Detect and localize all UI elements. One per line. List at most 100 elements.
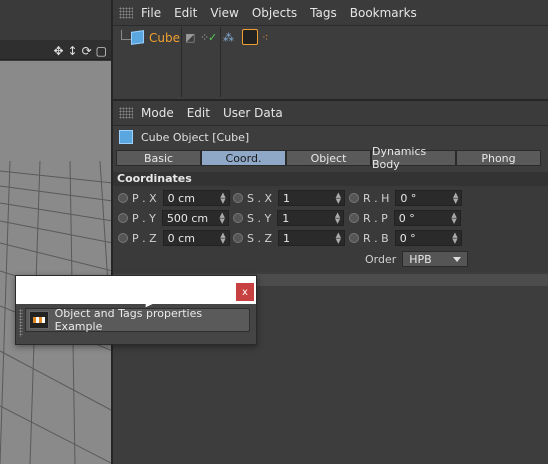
- tab-phong[interactable]: Phong: [456, 150, 541, 166]
- tab-object[interactable]: Object: [286, 150, 371, 166]
- spinner-arrows-icon[interactable]: ▲ ▼: [336, 232, 341, 245]
- sz-label: S . Z: [247, 231, 273, 245]
- object-title: Cube Object [Cube]: [141, 130, 250, 144]
- px-row: P . X 0 cm ▲ ▼: [118, 190, 230, 206]
- sz-field[interactable]: 1 ▲ ▼: [278, 230, 346, 246]
- menu-objects[interactable]: Objects: [252, 6, 297, 20]
- move-icon[interactable]: ✥: [53, 44, 63, 58]
- cube-icon: [131, 30, 144, 45]
- menu-tags[interactable]: Tags: [310, 6, 337, 20]
- chevron-down-icon: [453, 257, 462, 262]
- px-animate-toggle[interactable]: [118, 193, 128, 203]
- px-field[interactable]: 0 cm ▲ ▼: [162, 190, 230, 206]
- maximize-icon[interactable]: ▢: [96, 44, 107, 58]
- py-field[interactable]: 500 cm ▲ ▼: [161, 210, 229, 226]
- viewport-canvas[interactable]: [0, 61, 113, 464]
- spinner-arrows-icon[interactable]: ▲ ▼: [335, 212, 340, 225]
- pz-row: P . Z 0 cm ▲ ▼: [118, 230, 230, 246]
- pan-icon[interactable]: ↕: [68, 44, 78, 58]
- sx-field[interactable]: 1 ▲ ▼: [278, 190, 346, 206]
- object-name[interactable]: Cube: [149, 31, 180, 45]
- py-animate-toggle[interactable]: [118, 213, 128, 223]
- sx-animate-toggle[interactable]: [233, 193, 243, 203]
- rh-label: R . H: [363, 191, 390, 205]
- px-label: P . X: [132, 191, 157, 205]
- python-tag-icon[interactable]: [242, 29, 258, 45]
- object-title-row: Cube Object [Cube]: [113, 126, 548, 148]
- tab-bar: Basic Coord. Object Dynamics Body Phong: [113, 145, 548, 171]
- spinner-arrows-icon[interactable]: ▲ ▼: [452, 232, 457, 245]
- rb-animate-toggle[interactable]: [349, 233, 359, 243]
- spinner-arrows-icon[interactable]: ▲ ▼: [451, 212, 456, 225]
- pz-animate-toggle[interactable]: [118, 233, 128, 243]
- grip-handle-icon[interactable]: [19, 309, 23, 337]
- rb-value: 0 °: [399, 231, 416, 245]
- column-separator: [181, 27, 182, 97]
- viewport-nav-icons: ✥ ↕ ⟳ ▢: [53, 44, 107, 58]
- tab-dynamics-body[interactable]: Dynamics Body: [371, 145, 456, 171]
- rotate-icon[interactable]: ⟳: [82, 44, 92, 58]
- menu-view[interactable]: View: [210, 6, 238, 20]
- sy-animate-toggle[interactable]: [233, 213, 243, 223]
- object-row[interactable]: Cube ◩ ⁘ ✓ ⁂ ⁖: [113, 27, 548, 97]
- python-script-icon: [29, 311, 49, 329]
- order-dropdown[interactable]: HPB: [402, 251, 469, 267]
- dialog-titlebar[interactable]: x: [16, 276, 256, 304]
- spinner-arrows-icon[interactable]: ▲ ▼: [336, 192, 341, 205]
- rb-row: R . B 0 ° ▲ ▼: [349, 230, 462, 246]
- section-header[interactable]: Coordinates: [113, 172, 548, 186]
- close-button[interactable]: x: [236, 283, 254, 301]
- sz-row: S . Z 1 ▲ ▼: [233, 230, 346, 246]
- rb-field[interactable]: 0 ° ▲ ▼: [394, 230, 462, 246]
- viewport-top-area: [0, 0, 113, 40]
- rh-row: R . H 0 ° ▲ ▼: [349, 190, 463, 206]
- sz-value: 1: [283, 231, 291, 245]
- rh-field[interactable]: 0 ° ▲ ▼: [395, 190, 463, 206]
- menu-edit[interactable]: Edit: [187, 106, 210, 120]
- sx-row: S . X 1 ▲ ▼: [233, 190, 346, 206]
- enabled-check-icon[interactable]: ✓: [208, 31, 217, 44]
- py-label: P . Y: [132, 211, 156, 225]
- tag-dots-icon[interactable]: ⁂: [223, 31, 234, 44]
- example-command-label: Object and Tags properties Example: [54, 307, 203, 333]
- rb-label: R . B: [363, 231, 389, 245]
- cube-icon: [119, 130, 133, 144]
- menu-file[interactable]: File: [141, 6, 161, 20]
- pz-value: 0 cm: [167, 231, 195, 245]
- rp-field[interactable]: 0 ° ▲ ▼: [393, 210, 461, 226]
- spinner-arrows-icon[interactable]: ▲ ▼: [219, 212, 224, 225]
- spinner-arrows-icon[interactable]: ▲ ▼: [220, 192, 225, 205]
- grip-handle-icon[interactable]: [119, 6, 133, 19]
- spinner-arrows-icon[interactable]: ▲ ▼: [453, 192, 458, 205]
- sx-value: 1: [283, 191, 291, 205]
- material-tag-icon[interactable]: ⁖: [262, 31, 268, 44]
- sz-animate-toggle[interactable]: [233, 233, 243, 243]
- layer-icon[interactable]: ◩: [185, 31, 195, 44]
- menu-bookmarks[interactable]: Bookmarks: [350, 6, 417, 20]
- viewport[interactable]: ✥ ↕ ⟳ ▢: [0, 0, 113, 464]
- object-manager: File Edit View Objects Tags Bookmarks Cu…: [113, 0, 548, 98]
- pz-field[interactable]: 0 cm ▲ ▼: [162, 230, 230, 246]
- rp-value: 0 °: [398, 211, 415, 225]
- sy-field[interactable]: 1 ▲ ▼: [277, 210, 345, 226]
- menu-edit[interactable]: Edit: [174, 6, 197, 20]
- rh-value: 0 °: [400, 191, 417, 205]
- floating-dialog: x Object and Tags properties Example: [15, 275, 257, 345]
- menu-user-data[interactable]: User Data: [223, 106, 283, 120]
- menu-mode[interactable]: Mode: [141, 106, 174, 120]
- attribute-manager-menubar: Mode Edit User Data: [113, 101, 548, 126]
- rp-animate-toggle[interactable]: [349, 213, 359, 223]
- tab-basic[interactable]: Basic: [116, 150, 201, 166]
- rp-row: R . P 0 ° ▲ ▼: [349, 210, 461, 226]
- sy-label: S . Y: [247, 211, 272, 225]
- order-value: HPB: [409, 252, 432, 266]
- order-label: Order: [365, 252, 397, 266]
- sy-value: 1: [282, 211, 290, 225]
- grip-handle-icon[interactable]: [119, 107, 133, 119]
- tab-coord[interactable]: Coord.: [201, 150, 286, 166]
- rh-animate-toggle[interactable]: [349, 193, 359, 203]
- example-command-button[interactable]: Object and Tags properties Example: [25, 307, 250, 333]
- tree-connector: [121, 30, 131, 40]
- spinner-arrows-icon[interactable]: ▲ ▼: [220, 232, 225, 245]
- dialog-body: Object and Tags properties Example: [16, 304, 256, 345]
